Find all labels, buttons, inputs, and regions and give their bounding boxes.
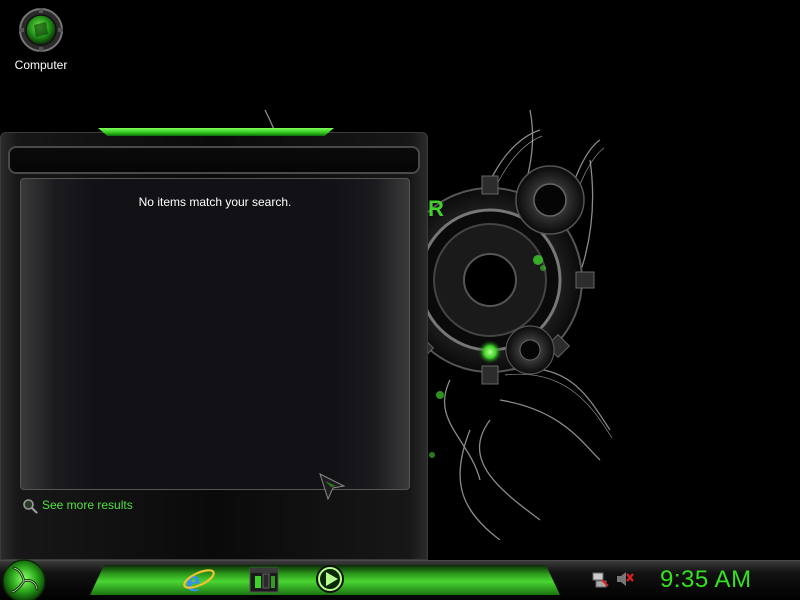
start-menu: No items match your search. See more res… bbox=[0, 128, 430, 560]
razer-app-icon[interactable] bbox=[247, 562, 281, 596]
start-menu-search-input[interactable] bbox=[8, 146, 420, 174]
internet-explorer-icon[interactable]: e bbox=[182, 562, 216, 596]
no-results-message: No items match your search. bbox=[138, 195, 292, 209]
taskbar-clock[interactable]: 9:35 AM bbox=[660, 563, 790, 597]
media-player-icon[interactable] bbox=[313, 562, 347, 596]
svg-text:R: R bbox=[428, 196, 444, 221]
volume-muted-icon[interactable] bbox=[616, 570, 634, 588]
desktop-icon-label: Computer bbox=[14, 58, 68, 72]
razer-start-orb-icon[interactable] bbox=[2, 559, 46, 600]
desktop-icon-computer[interactable]: Computer bbox=[8, 8, 74, 78]
network-disconnected-icon[interactable] bbox=[592, 570, 610, 588]
magnifier-icon bbox=[23, 499, 38, 514]
see-more-results-link[interactable]: See more results bbox=[22, 496, 133, 514]
mouse-cursor-icon bbox=[319, 473, 346, 501]
start-menu-top-accent bbox=[98, 128, 334, 136]
search-results-panel: No items match your search. bbox=[20, 178, 410, 490]
computer-icon bbox=[19, 8, 63, 52]
desktop: R Computer No items match your search. S… bbox=[0, 0, 800, 600]
see-more-results-label: See more results bbox=[42, 498, 133, 512]
